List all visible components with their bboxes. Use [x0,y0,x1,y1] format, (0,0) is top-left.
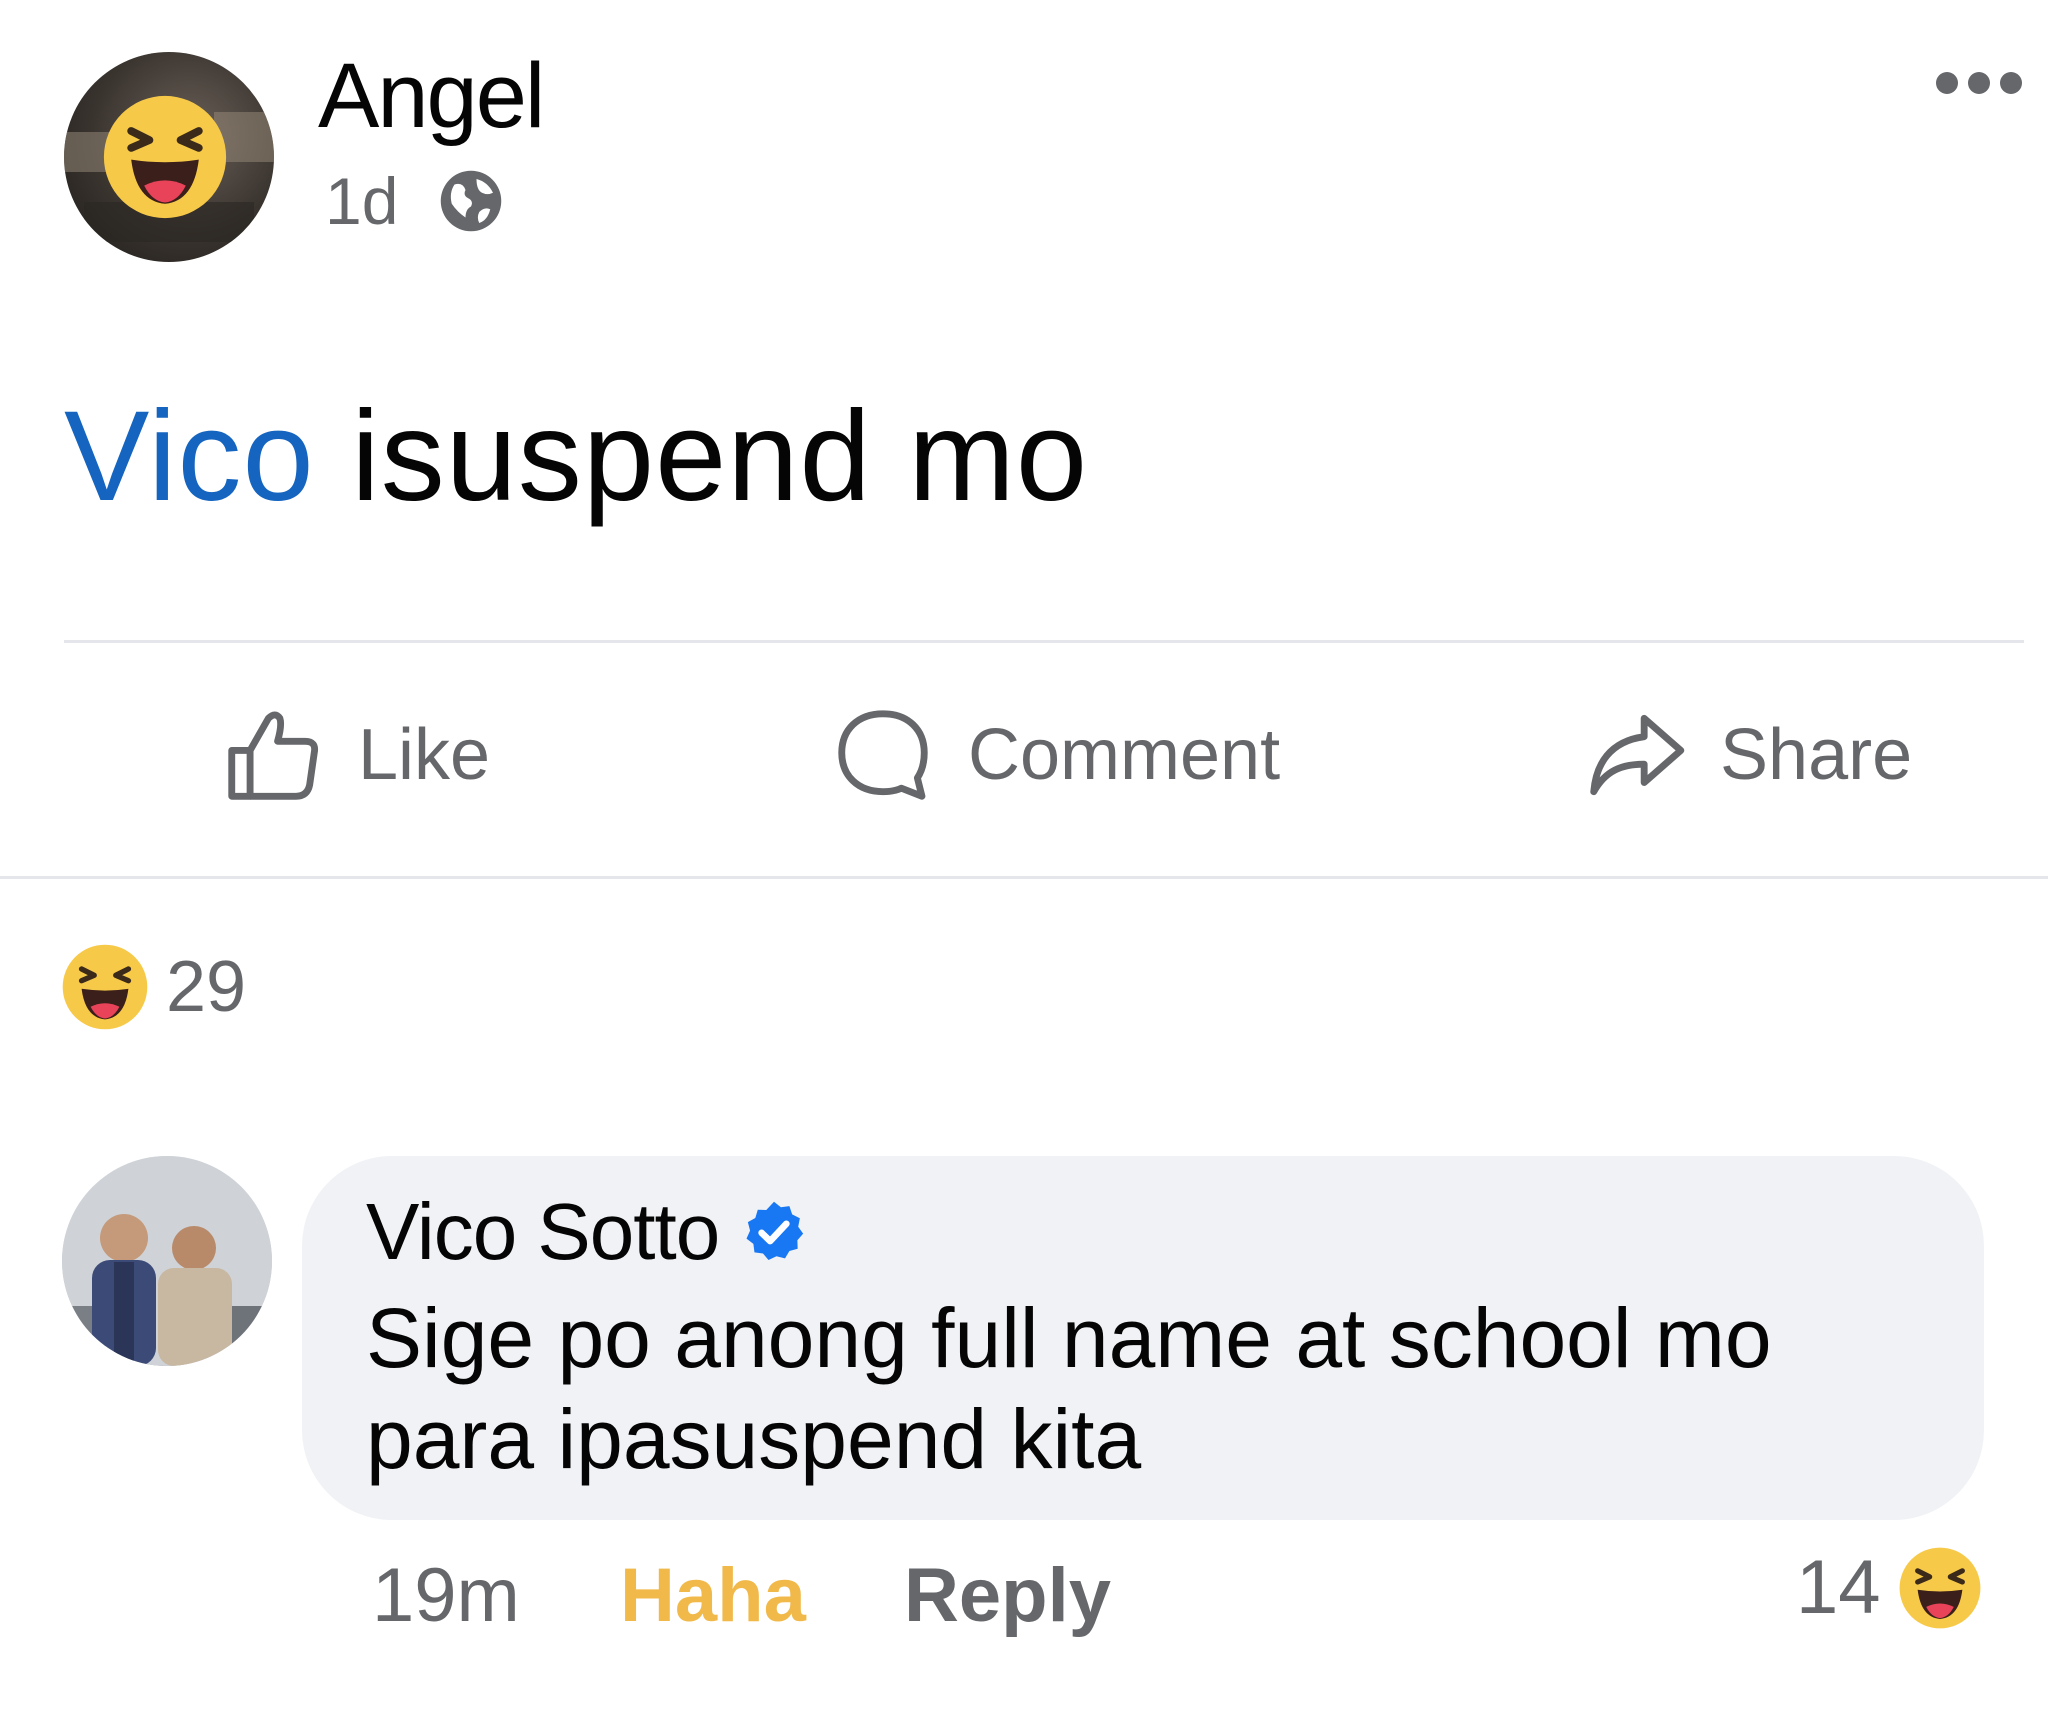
comment-reaction-summary[interactable]: 14 [1796,1544,1983,1631]
comment-timestamp[interactable]: 19m [372,1552,520,1639]
dot [1936,72,1958,94]
share-button[interactable]: Share [1580,700,1912,810]
commenter-avatar[interactable] [62,1156,272,1366]
reply-button[interactable]: Reply [904,1552,1111,1639]
share-arrow-icon [1590,714,1685,796]
post-body-text: isuspend mo [314,385,1088,528]
avatar-photo [62,1156,272,1366]
reaction-count: 29 [166,947,247,1027]
mention-link[interactable]: Vico [64,385,315,528]
comment-text: Sige po anong full name at school mo par… [366,1291,1772,1486]
divider [64,640,2024,643]
commenter-name[interactable]: Vico Sotto [366,1186,720,1278]
haha-emoji-icon [103,95,227,219]
dot [1968,72,1990,94]
post-author-avatar[interactable] [64,52,274,262]
post-timestamp[interactable]: 1d [325,168,398,234]
verified-badge-icon [746,1201,804,1261]
comment-reaction-button[interactable]: Haha [620,1552,806,1639]
dot [2000,72,2022,94]
commenter-name-row: Vico Sotto [366,1186,807,1278]
comment-label: Comment [968,715,1281,795]
like-label: Like [358,715,491,795]
like-button[interactable]: Like [218,700,490,810]
post-author-name[interactable]: Angel [318,45,545,147]
post-text: Vico isuspend mo [64,380,1088,534]
haha-reaction-icon [1899,1547,1980,1628]
comment-button[interactable]: Comment [828,700,1280,810]
thumbs-up-icon [228,711,319,800]
post-meta: 1d [325,168,504,234]
share-label: Share [1720,715,1913,795]
reaction-summary[interactable]: 29 [60,942,246,1032]
divider [0,876,2048,879]
comment-reaction-count: 14 [1796,1545,1881,1630]
haha-reaction-icon [62,944,148,1030]
comment-bubble-icon [838,710,928,800]
more-options-icon[interactable] [1936,72,2022,94]
globe-icon[interactable] [438,168,504,234]
